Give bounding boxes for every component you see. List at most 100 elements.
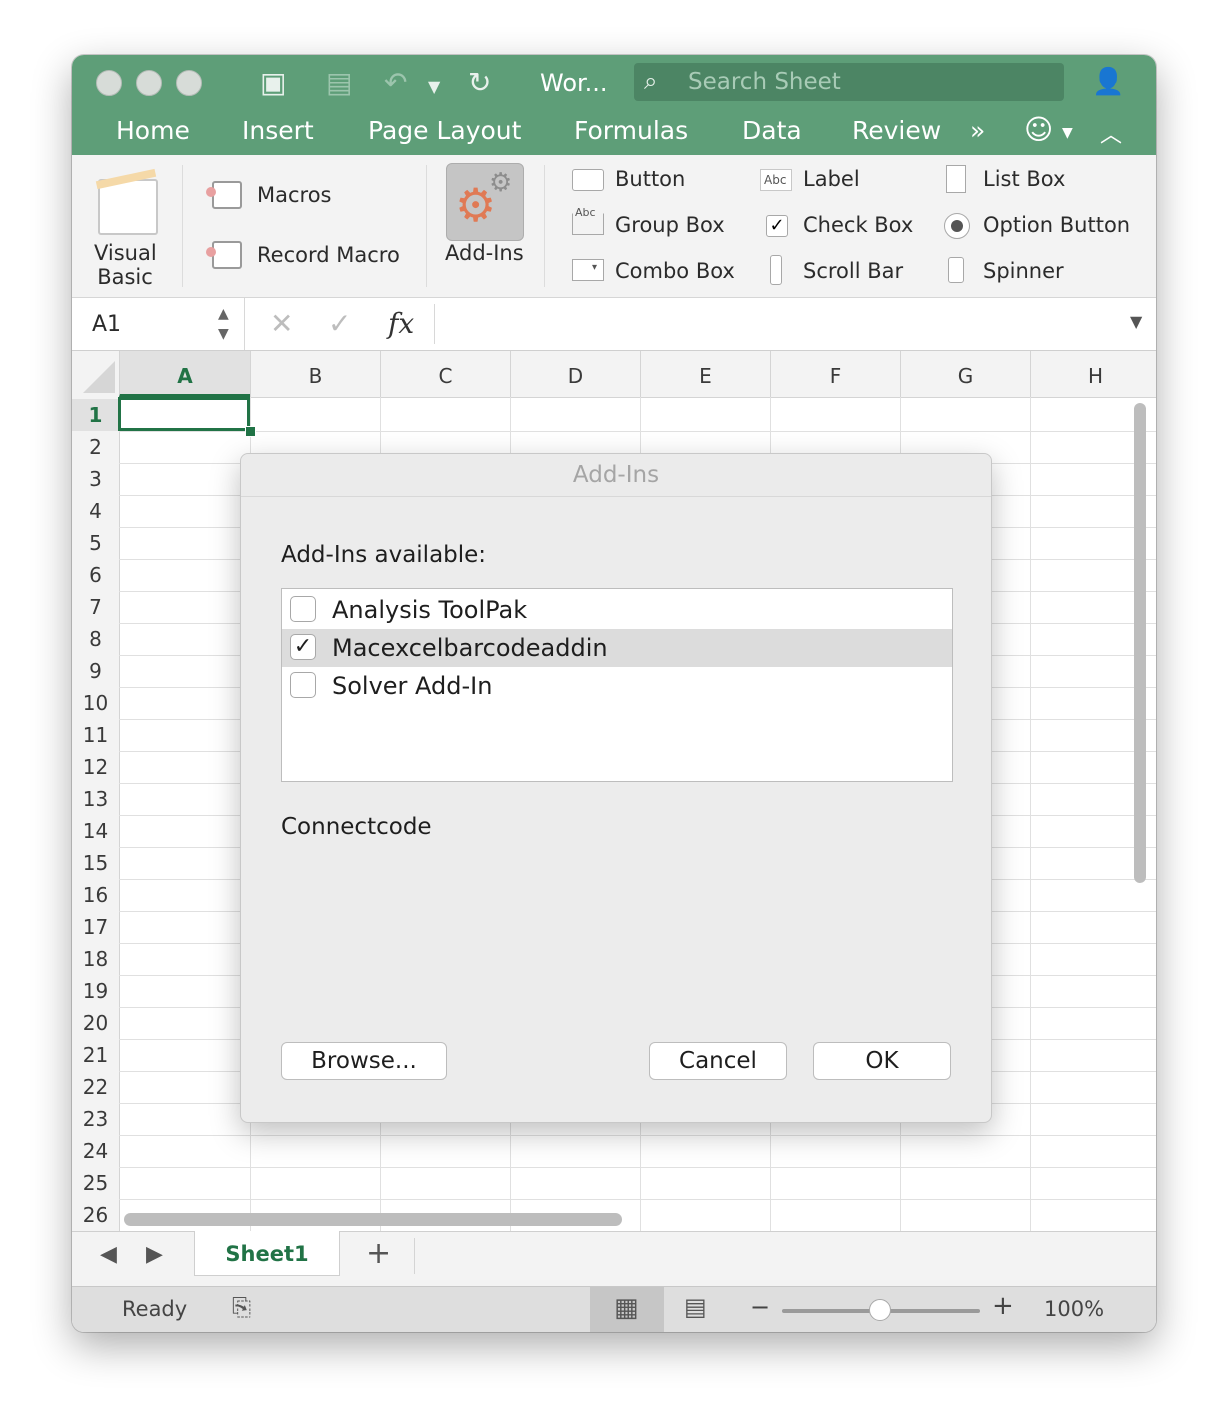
zoom-in-button[interactable]: + [992, 1291, 1014, 1321]
checkbox-macexcelbarcodeaddin[interactable]: ✓ [290, 634, 316, 660]
macros-button[interactable]: Macros [257, 183, 332, 207]
save-icon[interactable]: ▤ [326, 65, 352, 101]
row-header-2[interactable]: 2 [72, 431, 119, 463]
group-box-control-icon[interactable]: Abc [572, 206, 604, 235]
check-box-control[interactable]: Check Box [803, 213, 913, 237]
cancel-button[interactable]: Cancel [649, 1042, 787, 1080]
scroll-bar-control-icon[interactable] [770, 255, 782, 285]
addin-row-analysis-toolpak[interactable]: Analysis ToolPak [282, 591, 952, 629]
column-header-e[interactable]: E [640, 351, 770, 397]
addins-label[interactable]: Add-Ins [445, 241, 524, 265]
sheet-tab-sheet1[interactable]: Sheet1 [194, 1231, 340, 1276]
row-header-14[interactable]: 14 [72, 815, 119, 847]
undo-dropdown-icon[interactable]: ▼ [428, 69, 440, 105]
option-button-control-icon[interactable] [944, 213, 970, 239]
combo-box-control-icon[interactable]: ▾ [572, 259, 604, 281]
browse-button[interactable]: Browse... [281, 1042, 447, 1080]
column-header-g[interactable]: G [900, 351, 1030, 397]
column-header-h[interactable]: H [1030, 351, 1156, 397]
row-header-12[interactable]: 12 [72, 751, 119, 783]
next-sheet-icon[interactable]: ▶ [146, 1242, 163, 1267]
more-tabs-chevron-icon[interactable]: » [970, 116, 985, 145]
row-header-11[interactable]: 11 [72, 719, 119, 751]
row-header-8[interactable]: 8 [72, 623, 119, 655]
row-header-20[interactable]: 20 [72, 1007, 119, 1039]
close-window-button[interactable] [96, 70, 122, 96]
row-header-23[interactable]: 23 [72, 1103, 119, 1135]
share-person-icon[interactable]: 👤 [1092, 67, 1124, 97]
list-box-control[interactable]: List Box [983, 167, 1065, 191]
visual-basic-icon[interactable] [98, 179, 158, 235]
previous-sheet-icon[interactable]: ◀ [100, 1242, 117, 1267]
row-header-7[interactable]: 7 [72, 591, 119, 623]
name-box-stepper-icon[interactable]: ▲ ▼ [218, 304, 229, 344]
zoom-window-button[interactable] [176, 70, 202, 96]
row-header-18[interactable]: 18 [72, 943, 119, 975]
row-header-19[interactable]: 19 [72, 975, 119, 1007]
row-header-5[interactable]: 5 [72, 527, 119, 559]
button-control[interactable]: Button [615, 167, 685, 191]
sidebar-toggle-icon[interactable]: ▣ [260, 65, 286, 101]
undo-icon[interactable]: ↶ [384, 65, 407, 101]
checkbox-analysis-toolpak[interactable] [290, 596, 316, 622]
row-header-25[interactable]: 25 [72, 1167, 119, 1199]
formula-input[interactable] [452, 310, 1112, 338]
row-header-4[interactable]: 4 [72, 495, 119, 527]
search-sheet-field[interactable]: ⌕ Search Sheet [634, 63, 1064, 101]
active-cell-a1[interactable] [118, 397, 250, 431]
confirm-entry-icon[interactable]: ✓ [328, 307, 351, 340]
tab-home[interactable]: Home [116, 116, 190, 145]
checkbox-solver[interactable] [290, 672, 316, 698]
tab-page-layout[interactable]: Page Layout [368, 116, 521, 145]
tab-insert[interactable]: Insert [242, 116, 314, 145]
feedback-smiley-icon[interactable]: ☺ [1024, 113, 1053, 146]
visual-basic-label[interactable]: Visual Basic [94, 241, 157, 289]
zoom-slider-knob[interactable] [869, 1299, 891, 1321]
row-header-24[interactable]: 24 [72, 1135, 119, 1167]
addins-button[interactable]: ⚙ ⚙ [446, 163, 524, 241]
row-header-9[interactable]: 9 [72, 655, 119, 687]
zoom-level[interactable]: 100% [1044, 1297, 1104, 1321]
column-header-c[interactable]: C [380, 351, 510, 397]
column-header-f[interactable]: F [770, 351, 900, 397]
feedback-dropdown-icon[interactable]: ▼ [1062, 125, 1073, 141]
row-header-15[interactable]: 15 [72, 847, 119, 879]
add-sheet-button[interactable]: + [366, 1236, 391, 1271]
tab-data[interactable]: Data [742, 116, 802, 145]
normal-view-button[interactable]: ▦ [590, 1287, 664, 1332]
row-header-10[interactable]: 10 [72, 687, 119, 719]
spinner-control[interactable]: Spinner [983, 259, 1064, 283]
scroll-bar-control[interactable]: Scroll Bar [803, 259, 903, 283]
name-box[interactable]: A1 [92, 312, 121, 337]
column-header-a[interactable]: A [119, 351, 250, 397]
addin-row-solver[interactable]: Solver Add-In [282, 667, 952, 705]
page-layout-view-icon[interactable]: ▤ [684, 1293, 707, 1321]
expand-formula-bar-icon[interactable]: ▼ [1130, 312, 1142, 331]
row-header-22[interactable]: 22 [72, 1071, 119, 1103]
tab-review[interactable]: Review [852, 116, 941, 145]
insert-function-icon[interactable]: fx [388, 307, 414, 340]
record-macro-icon[interactable] [206, 241, 242, 269]
row-header-16[interactable]: 16 [72, 879, 119, 911]
horizontal-scrollbar[interactable] [124, 1213, 622, 1226]
label-control[interactable]: Label [803, 167, 860, 191]
row-header-17[interactable]: 17 [72, 911, 119, 943]
combo-box-control[interactable]: Combo Box [615, 259, 735, 283]
cancel-entry-icon[interactable]: ✕ [270, 307, 293, 340]
row-header-26[interactable]: 26 [72, 1199, 119, 1231]
tab-formulas[interactable]: Formulas [574, 116, 688, 145]
record-macro-button[interactable]: Record Macro [257, 243, 400, 267]
redo-icon[interactable]: ↻ [468, 65, 491, 101]
list-box-control-icon[interactable] [946, 165, 966, 193]
row-header-6[interactable]: 6 [72, 559, 119, 591]
addin-row-macexcelbarcodeaddin[interactable]: ✓ Macexcelbarcodeaddin [282, 629, 952, 667]
label-control-icon[interactable]: Abc [760, 169, 792, 191]
option-button-control[interactable]: Option Button [983, 213, 1130, 237]
row-header-13[interactable]: 13 [72, 783, 119, 815]
macros-icon[interactable] [206, 181, 242, 209]
check-box-control-icon[interactable]: ✓ [766, 215, 788, 237]
vertical-scrollbar[interactable] [1134, 403, 1146, 883]
spinner-control-icon[interactable] [948, 257, 964, 283]
column-header-b[interactable]: B [250, 351, 380, 397]
collapse-ribbon-icon[interactable]: ︿ [1100, 117, 1122, 149]
